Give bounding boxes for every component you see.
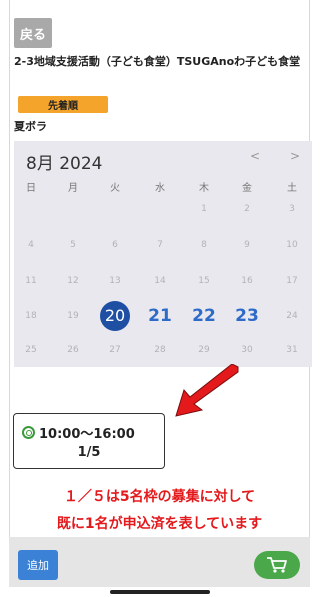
weekday-label: 火 xyxy=(110,183,120,194)
weekday-label: 水 xyxy=(155,183,165,194)
calendar-day: 18 xyxy=(25,311,37,321)
app-screen: 戻る 2-3地域支援活動（子ども食堂）TSUGAnoわ子ども食堂 先着順 夏ボラ… xyxy=(0,0,319,597)
weekday-label: 金 xyxy=(242,183,252,194)
calendar-day: 2 xyxy=(244,204,250,214)
calendar-day: 26 xyxy=(67,345,79,355)
chevron-right-icon[interactable]: > xyxy=(290,149,300,163)
calendar-day: 14 xyxy=(154,276,166,286)
calendar-day-selected[interactable]: 20 xyxy=(100,301,130,331)
first-come-badge: 先着順 xyxy=(18,96,108,113)
calendar-day: 24 xyxy=(286,311,298,321)
event-subtitle: 夏ボラ xyxy=(14,120,47,133)
left-edge xyxy=(9,0,10,537)
calendar-day: 16 xyxy=(241,276,253,286)
calendar-day: 5 xyxy=(70,240,76,250)
time-slot-card[interactable]: 10:00〜16:00 1/5 xyxy=(13,413,165,469)
calendar: 8月 2024 < > 日月火水木金土 1 2 3 4 5 6 7 8 9 10 11 12 13 14 15… xyxy=(14,141,312,367)
calendar-day: 12 xyxy=(67,276,79,286)
calendar-day[interactable]: 23 xyxy=(232,304,262,328)
slot-time-row: 10:00〜16:00 xyxy=(22,423,135,442)
calendar-day: 28 xyxy=(154,345,166,355)
calendar-day: 6 xyxy=(112,240,118,250)
calendar-day: 31 xyxy=(286,345,298,355)
annotation-line-2: 既に1名が申込済を表しています xyxy=(56,516,263,532)
calendar-day: 19 xyxy=(67,311,79,321)
calendar-day: 8 xyxy=(201,240,207,250)
calendar-day: 29 xyxy=(198,345,210,355)
cart-button[interactable] xyxy=(254,551,300,579)
add-button[interactable]: 追加 xyxy=(18,550,58,580)
weekday-label: 月 xyxy=(68,183,78,194)
back-button[interactable]: 戻る xyxy=(14,18,52,48)
calendar-day[interactable]: 22 xyxy=(189,304,219,328)
calendar-day: 15 xyxy=(198,276,210,286)
weekday-label: 木 xyxy=(199,183,209,194)
calendar-day: 13 xyxy=(109,276,121,286)
calendar-day: 27 xyxy=(109,345,121,355)
calendar-day: 25 xyxy=(25,345,37,355)
slot-capacity: 1/5 xyxy=(77,445,101,460)
cart-icon xyxy=(267,557,287,573)
calendar-day: 10 xyxy=(286,240,298,250)
slot-time: 10:00〜16:00 xyxy=(39,427,135,442)
calendar-day: 7 xyxy=(157,240,163,250)
home-indicator xyxy=(110,590,210,594)
calendar-day: 17 xyxy=(286,276,298,286)
event-title: 2-3地域支援活動（子ども食堂）TSUGAnoわ子ども食堂 xyxy=(14,55,301,68)
calendar-day: 30 xyxy=(241,345,253,355)
annotation-line-1: １／５は5名枠の募集に対して xyxy=(63,489,256,505)
calendar-day: 1 xyxy=(201,204,207,214)
calendar-day: 11 xyxy=(25,276,37,286)
calendar-day: 4 xyxy=(28,240,34,250)
double-circle-icon xyxy=(22,426,35,439)
arrow-icon xyxy=(175,364,239,417)
chevron-left-icon[interactable]: < xyxy=(250,149,260,163)
month-label: 8月 2024 xyxy=(26,154,103,174)
calendar-day: 9 xyxy=(244,240,250,250)
weekday-label: 日 xyxy=(26,183,36,194)
weekday-label: 土 xyxy=(287,183,297,194)
calendar-day[interactable]: 21 xyxy=(145,304,175,328)
calendar-day: 3 xyxy=(289,204,295,214)
